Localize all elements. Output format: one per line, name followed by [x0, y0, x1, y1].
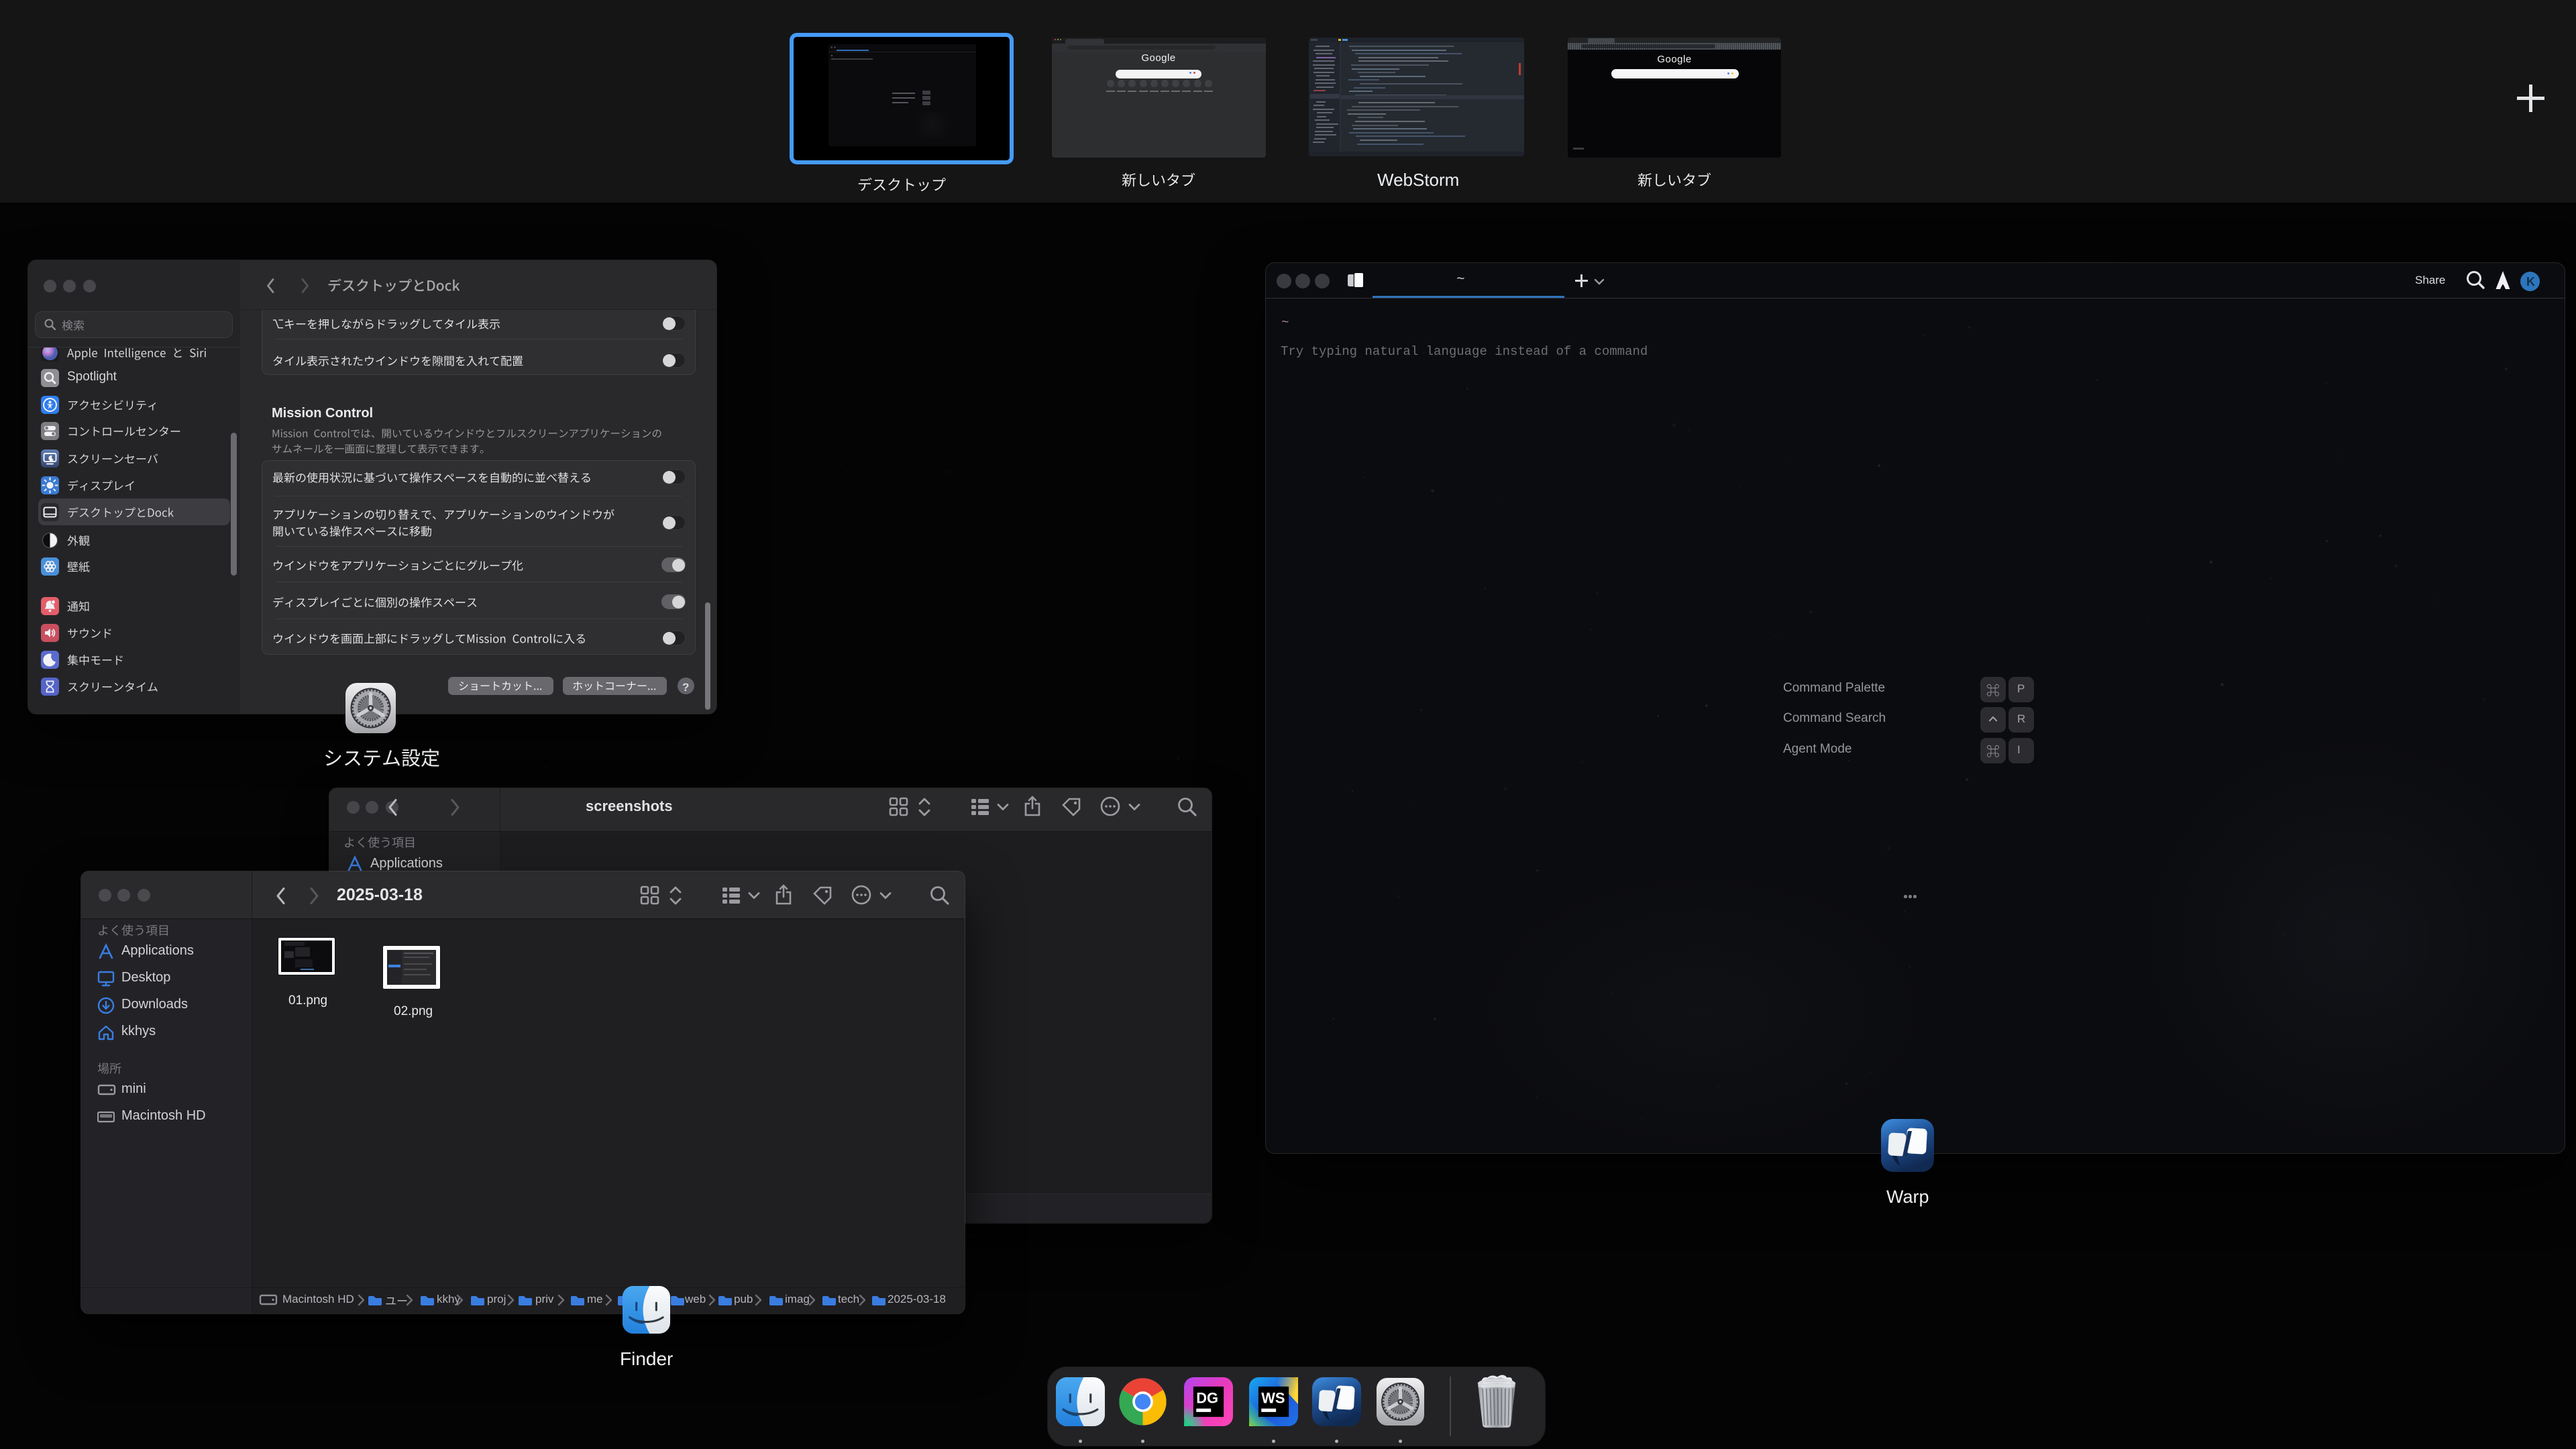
svg-text:WS: WS [1261, 1390, 1285, 1407]
svg-text:DG: DG [1196, 1390, 1218, 1407]
